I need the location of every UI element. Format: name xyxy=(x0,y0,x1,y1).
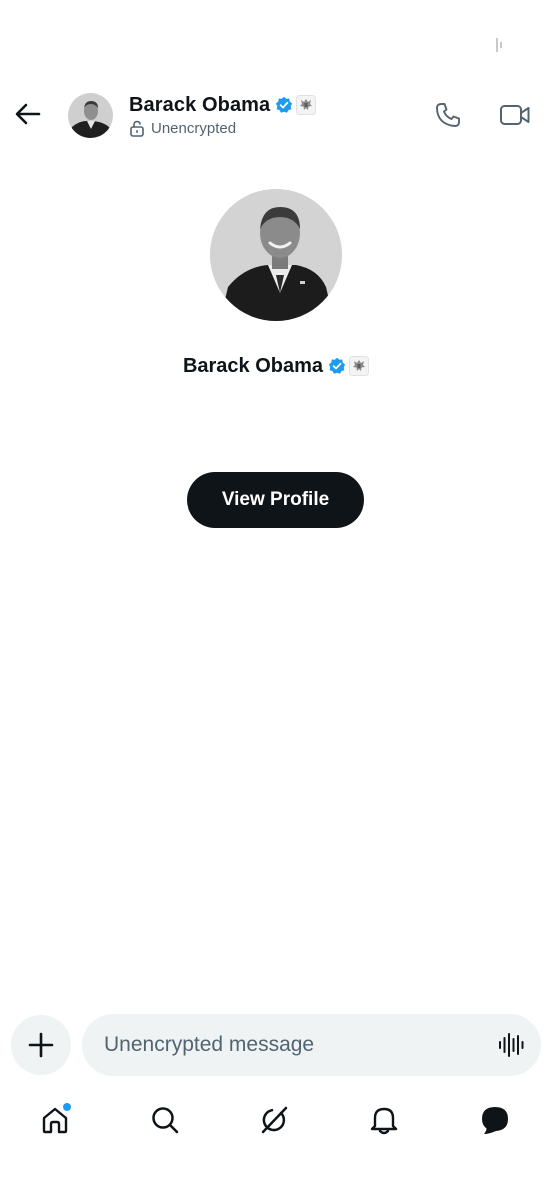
tab-search[interactable] xyxy=(145,1100,185,1140)
status-bar xyxy=(0,0,552,80)
profile-section: Barack Obama xyxy=(0,189,552,379)
message-field xyxy=(82,1014,541,1076)
tab-grok[interactable] xyxy=(254,1100,294,1140)
tab-home[interactable] xyxy=(35,1100,75,1140)
conversation-title: Barack Obama Unencrypted xyxy=(129,92,317,137)
tab-messages[interactable] xyxy=(475,1100,515,1140)
signal-icon xyxy=(496,38,502,52)
encryption-status-label: Unencrypted xyxy=(151,120,237,137)
add-attachment-button[interactable] xyxy=(11,1015,71,1075)
back-button[interactable] xyxy=(10,96,46,132)
search-icon xyxy=(152,1107,179,1134)
arrow-left-icon xyxy=(15,103,41,125)
bell-icon xyxy=(370,1107,398,1135)
message-bubble-icon xyxy=(482,1107,508,1134)
avatar-image xyxy=(68,93,113,138)
unlock-icon xyxy=(130,120,144,137)
profile-name: Barack Obama xyxy=(182,354,324,377)
profile-name-row: Barack Obama xyxy=(0,353,552,379)
encryption-status: Unencrypted xyxy=(129,120,316,137)
video-call-button[interactable] xyxy=(495,97,535,133)
bottom-tab-bar xyxy=(0,1090,552,1150)
profile-avatar-image xyxy=(210,189,342,321)
message-input[interactable] xyxy=(104,1014,484,1076)
audio-call-button[interactable] xyxy=(430,97,466,133)
voice-message-button[interactable] xyxy=(497,1031,525,1059)
video-camera-icon xyxy=(500,105,530,125)
tab-notifications[interactable] xyxy=(364,1100,404,1140)
plus-icon xyxy=(28,1032,54,1058)
government-seal-icon xyxy=(296,95,317,115)
verified-badge-icon xyxy=(275,96,293,114)
grok-icon xyxy=(261,1106,288,1134)
avatar[interactable] xyxy=(68,93,113,138)
message-composer xyxy=(0,1013,552,1077)
verified-badge-icon xyxy=(328,357,346,375)
voice-waveform-icon xyxy=(499,1033,524,1057)
view-profile-button[interactable]: View Profile xyxy=(187,472,364,528)
conversation-header: Barack Obama Unencrypted xyxy=(0,80,552,154)
home-notification-dot xyxy=(63,1103,71,1111)
profile-avatar[interactable] xyxy=(210,189,342,321)
header-name: Barack Obama xyxy=(129,93,271,116)
phone-icon xyxy=(436,103,460,127)
government-seal-icon xyxy=(349,356,370,376)
